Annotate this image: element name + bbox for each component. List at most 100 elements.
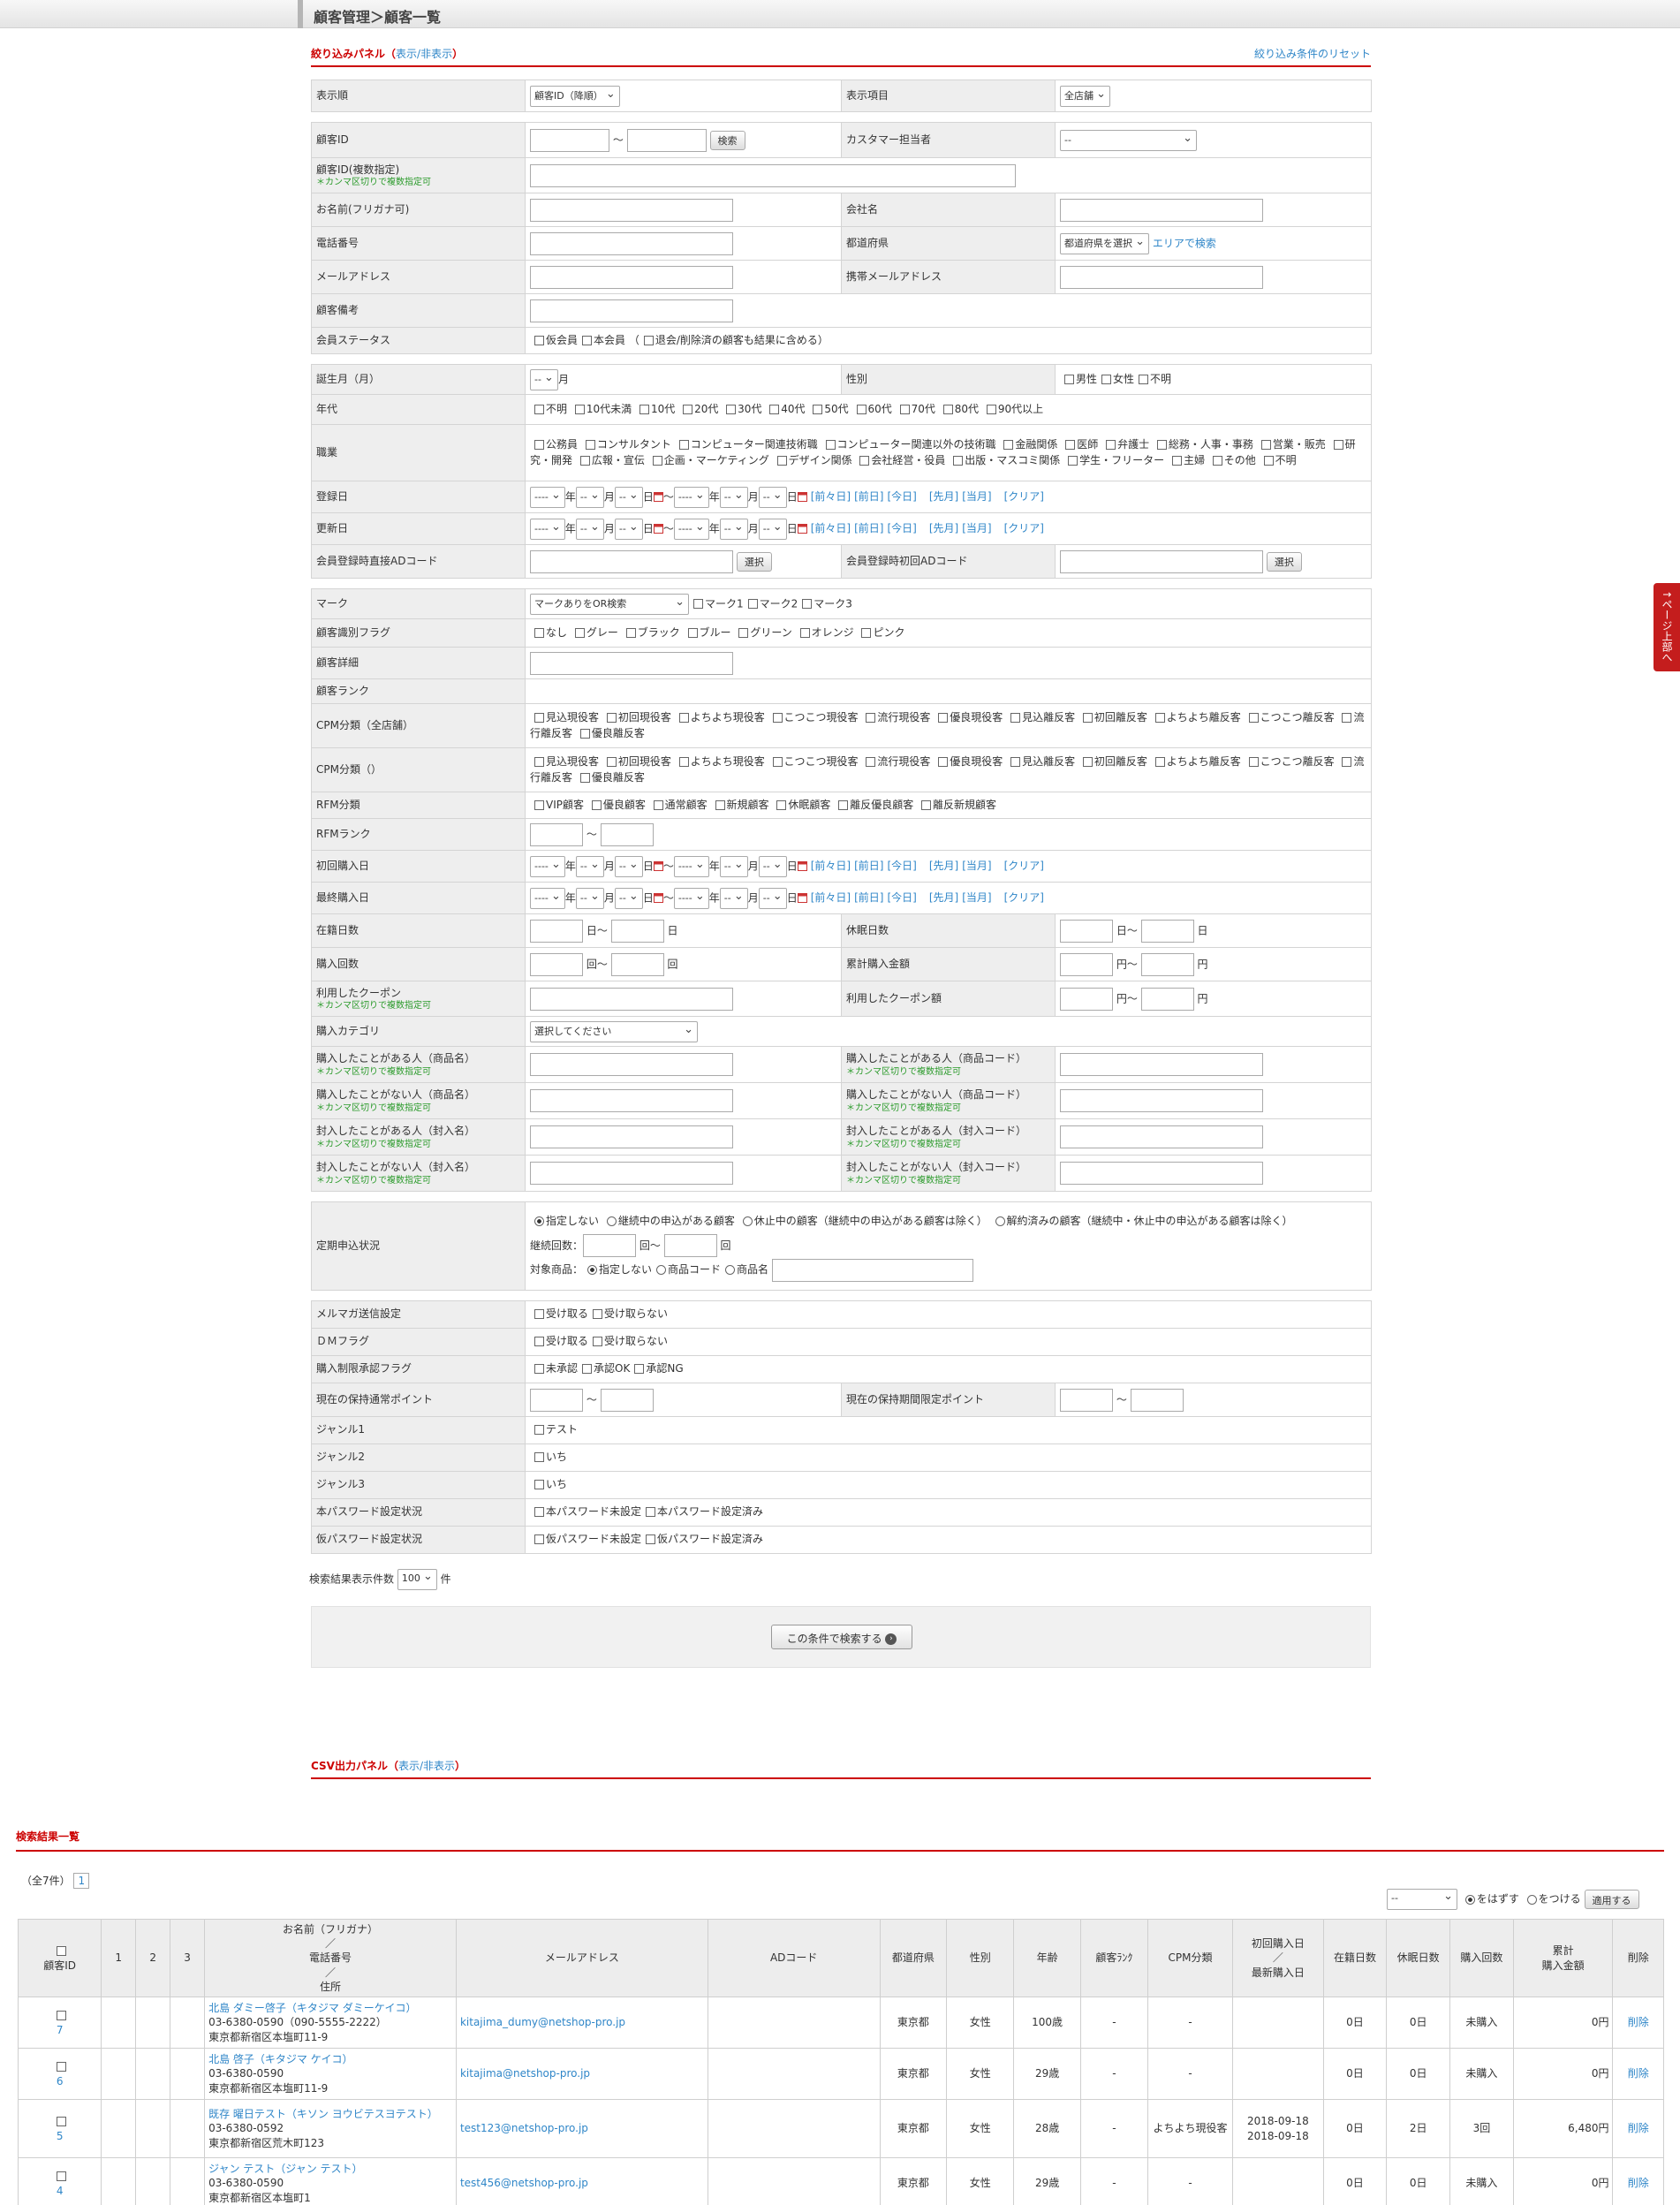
- flag-checkbox[interactable]: [534, 627, 544, 638]
- customer-id-link[interactable]: 7: [57, 2024, 64, 2036]
- mailmag-checkbox[interactable]: [534, 1309, 544, 1320]
- result-count-select[interactable]: 100: [397, 1569, 437, 1590]
- total-amount-from[interactable]: [1060, 952, 1113, 976]
- cpm-checkbox[interactable]: [866, 713, 876, 724]
- job-checkbox[interactable]: [1171, 455, 1182, 466]
- status-checkbox[interactable]: [534, 335, 544, 345]
- customer-detail-input[interactable]: [530, 651, 733, 675]
- flag-checkbox[interactable]: [574, 627, 585, 638]
- cpm-checkbox[interactable]: [1342, 757, 1352, 768]
- email-input[interactable]: [530, 265, 733, 289]
- year-select[interactable]: ----: [530, 887, 565, 909]
- cpm-checkbox[interactable]: [938, 757, 949, 768]
- sleep-days-from[interactable]: [1060, 919, 1113, 943]
- ad-code-first-input[interactable]: [1060, 549, 1263, 573]
- job-checkbox[interactable]: [1068, 455, 1078, 466]
- rfm-checkbox[interactable]: [534, 799, 544, 810]
- day-select[interactable]: --: [758, 855, 787, 877]
- date-quick-link[interactable]: [クリア]: [1004, 490, 1044, 503]
- birth-month-select[interactable]: --: [530, 368, 558, 390]
- filter-reset-link[interactable]: 絞り込み条件のリセット: [1254, 46, 1371, 61]
- month-select[interactable]: --: [575, 518, 604, 540]
- rfm-checkbox[interactable]: [653, 799, 663, 810]
- job-checkbox[interactable]: [859, 455, 870, 466]
- coupon-amount-from[interactable]: [1060, 987, 1113, 1011]
- cpm-checkbox[interactable]: [1082, 757, 1093, 768]
- age-checkbox[interactable]: [899, 404, 910, 414]
- job-checkbox[interactable]: [1263, 455, 1274, 466]
- name-input[interactable]: [530, 198, 733, 222]
- year-select[interactable]: ----: [673, 855, 709, 877]
- age-checkbox[interactable]: [574, 404, 585, 414]
- purchase-count-to[interactable]: [610, 952, 664, 976]
- cpm-checkbox[interactable]: [1154, 713, 1165, 724]
- limit-checkbox[interactable]: [634, 1364, 645, 1375]
- age-checkbox[interactable]: [856, 404, 866, 414]
- calendar-icon[interactable]: [797, 524, 807, 534]
- date-quick-link[interactable]: [今日]: [887, 522, 916, 534]
- date-quick-link[interactable]: [当月]: [962, 522, 991, 534]
- customer-email-link[interactable]: kitajima_dumy@netshop-pro.jp: [460, 2016, 625, 2028]
- rfm-checkbox[interactable]: [715, 799, 725, 810]
- cpm-checkbox[interactable]: [606, 757, 617, 768]
- age-checkbox[interactable]: [726, 404, 737, 414]
- customer-email-link[interactable]: kitajima@netshop-pro.jp: [460, 2067, 590, 2080]
- month-select[interactable]: --: [719, 855, 748, 877]
- genre2-checkbox[interactable]: [534, 1452, 544, 1463]
- rfm-checkbox[interactable]: [591, 799, 602, 810]
- date-quick-link[interactable]: [当月]: [962, 860, 991, 872]
- ad-code-direct-input[interactable]: [530, 549, 733, 573]
- temp-password-checkbox[interactable]: [534, 1534, 544, 1545]
- date-quick-link[interactable]: [クリア]: [1004, 522, 1044, 534]
- subscription-radio[interactable]: [606, 1216, 617, 1227]
- date-quick-link[interactable]: [先月]: [929, 860, 958, 872]
- delete-link[interactable]: 削除: [1628, 2122, 1649, 2134]
- customer-id-from[interactable]: [530, 128, 609, 152]
- coupon-amount-to[interactable]: [1140, 987, 1194, 1011]
- date-quick-link[interactable]: [先月]: [929, 522, 958, 534]
- month-select[interactable]: --: [719, 518, 748, 540]
- limit-checkbox[interactable]: [534, 1364, 544, 1375]
- days-to[interactable]: [610, 919, 664, 943]
- ad-code-direct-select-button[interactable]: 選択: [736, 551, 772, 572]
- rfm-rank-from[interactable]: [530, 822, 583, 846]
- cpm-checkbox[interactable]: [772, 757, 783, 768]
- csv-toggle-link[interactable]: 表示/非表示: [398, 1760, 455, 1772]
- date-quick-link[interactable]: [前日]: [854, 891, 883, 904]
- cpm-checkbox[interactable]: [606, 713, 617, 724]
- row-checkbox[interactable]: [56, 2117, 66, 2127]
- job-checkbox[interactable]: [1106, 440, 1116, 451]
- cpm-checkbox[interactable]: [1248, 713, 1259, 724]
- sub-item-radio[interactable]: [725, 1265, 736, 1276]
- cpm-checkbox[interactable]: [866, 757, 876, 768]
- customer-manager-select[interactable]: --: [1060, 129, 1197, 151]
- days-from[interactable]: [530, 919, 583, 943]
- add-radio[interactable]: [1526, 1894, 1537, 1905]
- include-withdrawn-checkbox[interactable]: [643, 335, 654, 345]
- cpm-checkbox[interactable]: [938, 713, 949, 724]
- calendar-icon[interactable]: [797, 861, 807, 871]
- not-bought-product-code-input[interactable]: [1060, 1089, 1263, 1112]
- date-quick-link[interactable]: [今日]: [887, 891, 916, 904]
- point-to[interactable]: [600, 1388, 654, 1412]
- job-checkbox[interactable]: [534, 440, 544, 451]
- date-quick-link[interactable]: [前々日]: [811, 490, 851, 503]
- job-checkbox[interactable]: [1003, 440, 1014, 451]
- subscription-radio[interactable]: [742, 1216, 753, 1227]
- date-quick-link[interactable]: [クリア]: [1004, 891, 1044, 904]
- year-select[interactable]: ----: [530, 486, 565, 508]
- bulk-mark-select[interactable]: --: [1387, 1889, 1457, 1910]
- job-checkbox[interactable]: [1212, 455, 1222, 466]
- subscription-radio[interactable]: [995, 1216, 1005, 1227]
- delete-link[interactable]: 削除: [1628, 2177, 1649, 2189]
- dm-checkbox[interactable]: [593, 1337, 603, 1347]
- company-input[interactable]: [1060, 198, 1263, 222]
- job-checkbox[interactable]: [1260, 440, 1271, 451]
- age-checkbox[interactable]: [942, 404, 953, 414]
- customer-id-search-button[interactable]: 検索: [709, 130, 745, 150]
- limited-point-from[interactable]: [1060, 1388, 1113, 1412]
- search-submit-button[interactable]: この条件で検索する ›: [771, 1625, 912, 1649]
- customer-name-link[interactable]: 北島 ダミー啓子（キタジマ ダミーケイコ）: [208, 2002, 416, 2014]
- calendar-icon[interactable]: [797, 492, 807, 502]
- age-checkbox[interactable]: [639, 404, 649, 414]
